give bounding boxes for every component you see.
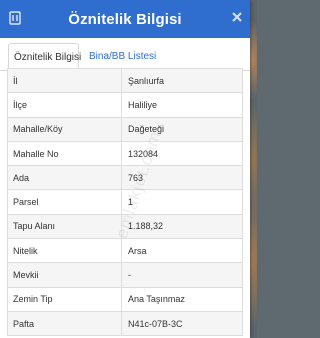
attribute-value: - xyxy=(128,270,131,281)
attribute-dialog: Öznitelik Bilgisi Öznitelik Bilgisi Bina… xyxy=(0,0,250,338)
attribute-value: Haliliye xyxy=(128,99,158,110)
table-row: Ada 763 xyxy=(7,166,243,191)
attribute-value: 132084 xyxy=(128,148,159,159)
table-row: Mahalle No 132084 xyxy=(7,141,243,167)
table-row: Zemin Tip Ana Taşınmaz xyxy=(7,287,243,312)
tab-bar: Öznitelik Bilgisi Bina/BB Listesi xyxy=(0,43,250,72)
table-row: Pafta N41c-07B-3C xyxy=(7,311,243,337)
table-row: İl Şanlıurfa xyxy=(7,69,243,94)
attribute-key: Parsel xyxy=(8,190,122,214)
dialog-titlebar: Öznitelik Bilgisi xyxy=(0,0,250,38)
attribute-value: Ana Taşınmaz xyxy=(128,294,185,305)
attribute-key: Mahalle/Köy xyxy=(8,117,122,141)
attribute-key: İlçe xyxy=(8,93,122,117)
table-row: İlçe Haliliye xyxy=(7,93,243,118)
attribute-value: 763 xyxy=(128,172,144,183)
attribute-value: Dağeteği xyxy=(128,124,165,135)
attribute-table: İl Şanlıurfa İlçe Haliliye Mahalle/Köy D… xyxy=(7,68,243,337)
attribute-key: Zemin Tip xyxy=(8,287,122,311)
attribute-key: Ada xyxy=(8,166,122,190)
attribute-key: Tapu Alanı xyxy=(8,214,122,239)
attribute-key: Mevkii xyxy=(8,263,122,287)
dialog-title: Öznitelik Bilgisi xyxy=(68,11,182,28)
attribute-key: Pafta xyxy=(8,311,122,336)
close-icon[interactable] xyxy=(230,10,244,24)
table-row: Parsel 1 xyxy=(7,190,243,215)
attribute-value: 1.188,32 xyxy=(128,221,164,232)
attribute-key: Mahalle No xyxy=(8,141,122,166)
table-row: Mevkii - xyxy=(7,263,243,288)
attribute-value: 1 xyxy=(128,197,134,208)
attribute-key: Nitelik xyxy=(8,239,122,263)
table-row: Nitelik Arsa xyxy=(7,239,243,264)
table-row: Mahalle/Köy Dağeteği xyxy=(7,117,243,142)
attribute-value: Arsa xyxy=(128,245,147,256)
table-row: Tapu Alanı 1.188,32 xyxy=(7,214,243,240)
attribute-key: İl xyxy=(8,69,122,93)
tab-building-list[interactable]: Bina/BB Listesi xyxy=(84,43,161,71)
attribute-value: N41c-07B-3C xyxy=(128,318,183,329)
attribute-value: Şanlıurfa xyxy=(128,75,165,86)
